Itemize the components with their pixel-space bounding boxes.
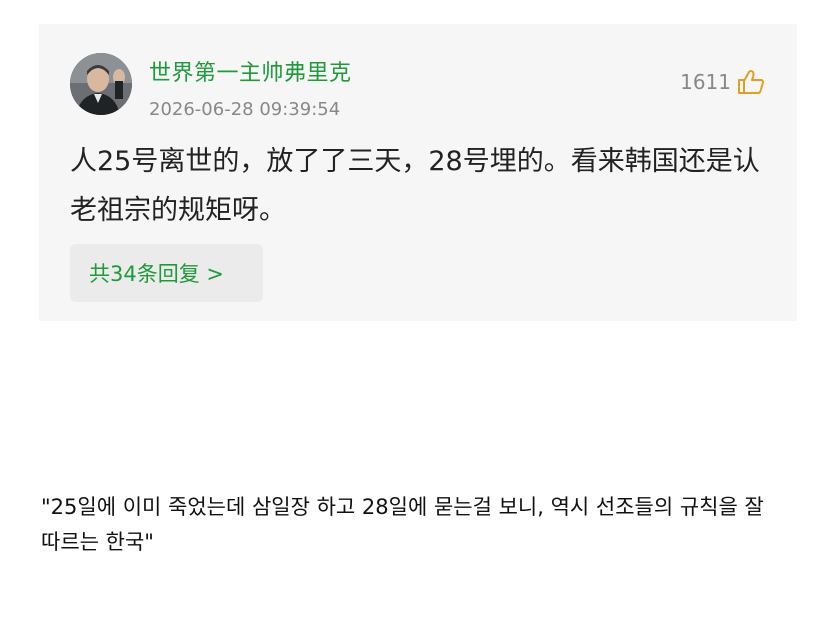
- avatar-image: [70, 53, 132, 115]
- like-button[interactable]: 1611: [680, 69, 765, 95]
- comment-body: 人25号离世的，放了了三天，28号埋的。看来韩国还是认老祖宗的规矩呀。: [70, 146, 760, 226]
- comment-card: 世界第一主帅弗里克 2026-06-28 09:39:54 1611 人25号离…: [39, 24, 797, 321]
- like-count: 1611: [680, 70, 731, 94]
- user-avatar[interactable]: [70, 53, 132, 115]
- view-replies-button[interactable]: 共34条回复 >: [70, 244, 263, 302]
- translation-caption: "25일에 이미 죽었는데 삼일장 하고 28일에 묻는걸 보니, 역시 선조들…: [41, 495, 764, 554]
- comment-username[interactable]: 世界第一主帅弗里克: [149, 55, 352, 87]
- thumbs-up-icon[interactable]: [737, 69, 765, 95]
- comment-timestamp: 2026-06-28 09:39:54: [149, 99, 341, 120]
